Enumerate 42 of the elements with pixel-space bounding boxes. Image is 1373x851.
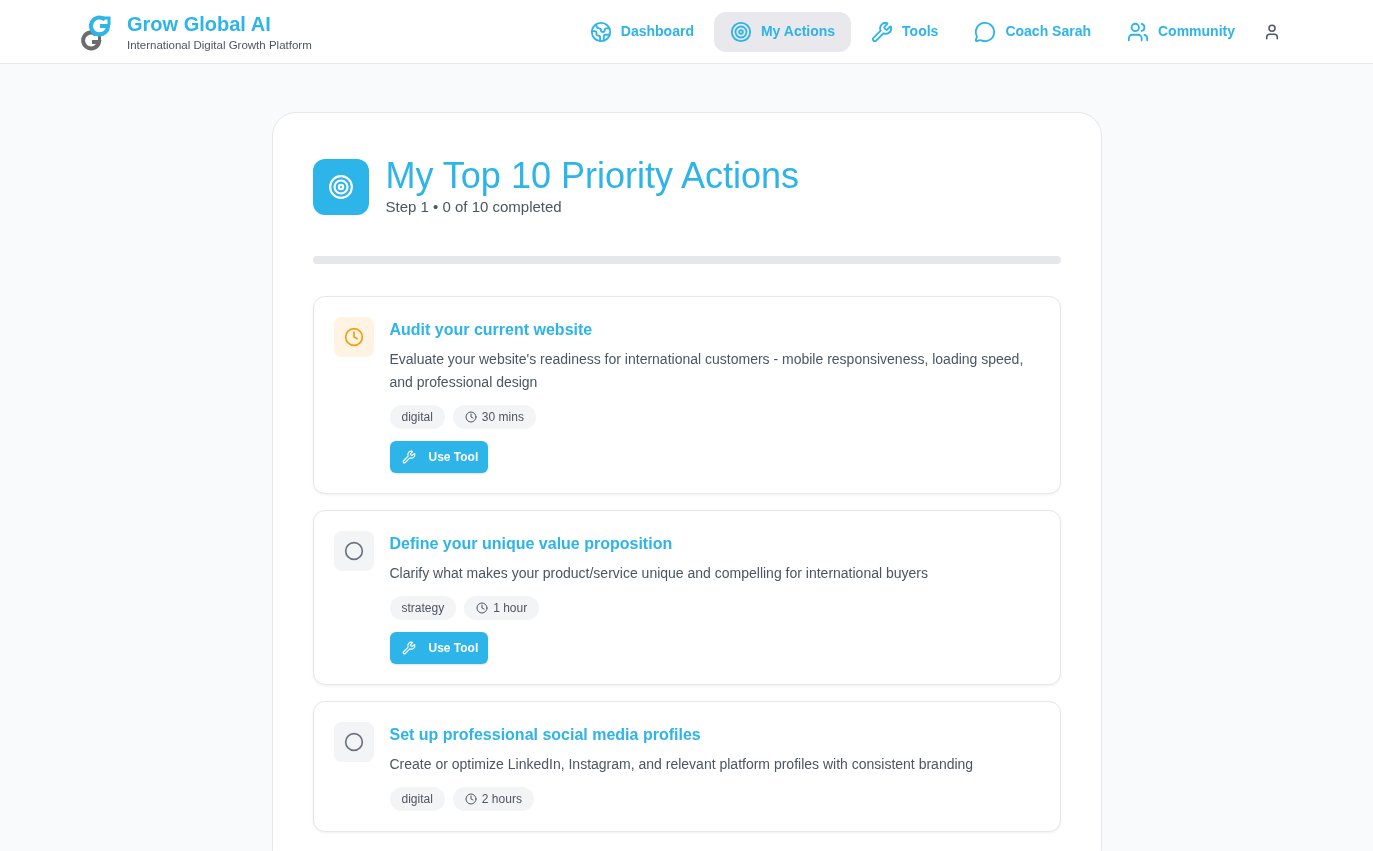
logo-icon	[78, 12, 114, 51]
page-subtitle: Step 1 • 0 of 10 completed	[385, 197, 563, 217]
action-title: Audit your current website	[389, 320, 594, 340]
use-tool-button[interactable]: Use Tool	[389, 441, 488, 473]
status-toggle[interactable]	[333, 722, 374, 762]
wrench-icon	[871, 20, 894, 43]
nav-tab[interactable]: Dashboard	[573, 11, 710, 52]
status-toggle[interactable]	[333, 531, 374, 571]
duration-tag: 30 mins	[452, 405, 536, 429]
nav-tab[interactable]: Tools	[855, 11, 955, 52]
page-title: My Top 10 Priority Actions	[385, 156, 799, 196]
action-title: Set up professional social media profiles	[389, 725, 702, 745]
action-description: Evaluate your website's readiness for international customers - mobile responsiveness, loading speed, and professional design	[389, 350, 1025, 392]
nav-tab[interactable]: Community	[1111, 11, 1251, 52]
action-description: Clarify what makes your product/service unique and compelling for international buyers	[389, 564, 929, 583]
user-icon	[1263, 22, 1281, 41]
category-tag: digital	[389, 787, 445, 811]
circle-icon	[343, 541, 364, 561]
duration-tag: 1 hour	[464, 596, 540, 620]
duration-tag: 2 hours	[452, 787, 534, 811]
brand-title: Grow Global AI	[127, 11, 272, 37]
globe-icon	[589, 20, 612, 43]
clock-icon	[464, 793, 477, 805]
speech-bubble-icon	[974, 20, 997, 43]
wrench-icon	[401, 450, 416, 464]
category-tag: strategy	[389, 596, 457, 620]
action-description: Create or optimize LinkedIn, Instagram, and relevant platform profiles with consistent branding	[389, 755, 975, 774]
wrench-icon	[401, 641, 416, 655]
nav-tab[interactable]: My Actions	[713, 11, 852, 52]
action-title: Define your unique value proposition	[389, 534, 674, 554]
clock-icon	[476, 602, 489, 614]
target-icon	[729, 20, 752, 43]
category-tag: digital	[389, 405, 445, 429]
nav-tab[interactable]: Coach Sarah	[958, 11, 1107, 52]
people-icon	[1127, 20, 1149, 43]
target-icon	[312, 159, 369, 215]
status-toggle[interactable]	[333, 317, 374, 357]
clock-icon	[464, 411, 477, 423]
brand-subtitle: International Digital Growth Platform	[127, 37, 312, 53]
use-tool-button[interactable]: Use Tool	[389, 632, 488, 664]
clock-icon	[343, 327, 364, 347]
circle-icon	[343, 732, 364, 752]
